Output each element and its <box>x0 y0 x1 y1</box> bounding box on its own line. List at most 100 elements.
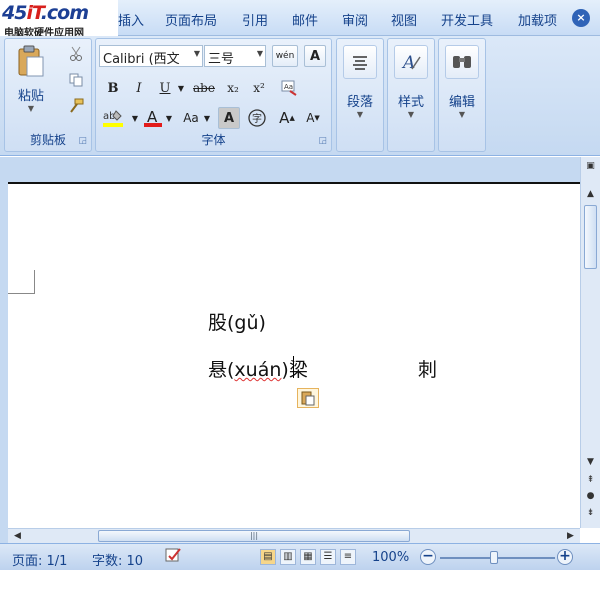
styles-button[interactable]: A 样式 ▼ <box>393 45 429 119</box>
zoom-out-icon[interactable]: − <box>420 549 436 565</box>
scroll-down-icon[interactable]: ▼ <box>583 455 598 469</box>
phonetic-guide-icon[interactable]: wén <box>272 45 298 67</box>
bold-button[interactable]: B <box>102 77 124 99</box>
tab-insert[interactable]: 插入 <box>118 10 144 29</box>
page-count-status[interactable]: 页面: 1/1 <box>12 550 67 569</box>
font-name-value: Calibri (西文 <box>103 52 180 67</box>
tab-page-layout[interactable]: 页面布局 <box>165 10 217 29</box>
italic-button[interactable]: I <box>128 77 150 99</box>
paste-options-icon[interactable] <box>297 388 319 408</box>
zoom-slider-thumb[interactable] <box>490 551 498 564</box>
svg-text:Aa: Aa <box>284 83 293 91</box>
previous-page-icon[interactable]: ⇞ <box>583 473 598 487</box>
print-layout-icon[interactable]: ▤ <box>260 549 276 565</box>
clipboard-launcher-icon[interactable]: ◲ <box>78 136 87 146</box>
margin-corner-mark <box>8 270 35 294</box>
clear-formatting-icon[interactable]: Aa <box>278 77 300 99</box>
scroll-left-icon[interactable]: ◀ <box>10 529 25 543</box>
browse-object-icon[interactable]: ● <box>583 489 598 503</box>
cut-icon[interactable] <box>65 43 87 65</box>
styles-dropdown-icon: ▼ <box>407 110 415 119</box>
svg-text:A: A <box>401 53 415 73</box>
site-logo: 45iT.com 电脑软硬件应用网 <box>0 0 118 39</box>
character-border-icon[interactable]: A <box>304 45 326 67</box>
zoom-in-icon[interactable]: + <box>557 549 573 565</box>
full-screen-reading-icon[interactable]: ▥ <box>280 549 296 565</box>
font-name-combo[interactable]: Calibri (西文 ▼ <box>99 45 203 67</box>
shrink-font-button[interactable]: A ▼ <box>302 107 324 129</box>
clipboard-group: 粘贴 ▼ 剪贴板 ◲ <box>4 38 92 152</box>
editing-label: 编辑 <box>448 95 475 110</box>
status-bar: 页面: 1/1 字数: 10 ▤ ▥ ▦ ☰ ≡ 100% − + <box>0 543 600 570</box>
logo-text: 45iT.com <box>2 2 89 24</box>
paragraph-button[interactable]: 段落 ▼ <box>342 45 378 119</box>
line2-pinyin: xuán <box>234 359 282 381</box>
word-count-status[interactable]: 字数: 10 <box>92 550 143 569</box>
enclose-character-icon[interactable]: 字 <box>246 107 268 129</box>
tab-references[interactable]: 引用 <box>242 10 268 29</box>
scroll-up-icon[interactable]: ▲ <box>583 187 598 201</box>
font-size-dropdown-icon[interactable]: ▼ <box>257 49 263 58</box>
editing-group: 编辑 ▼ <box>438 38 486 152</box>
vertical-scrollbar[interactable]: ▣ ▲ ▼ ⇞ ● ⇟ <box>580 157 600 528</box>
font-group-label: 字体 <box>201 133 226 147</box>
highlight-color-button[interactable]: ab <box>100 107 130 129</box>
tab-developer[interactable]: 开发工具 <box>441 10 493 29</box>
tab-mailings[interactable]: 邮件 <box>292 10 318 29</box>
change-case-dropdown-icon[interactable]: ▼ <box>202 107 212 129</box>
binoculars-icon <box>445 45 479 79</box>
text-cursor <box>293 356 294 378</box>
paste-button[interactable]: 粘贴 ▼ <box>13 45 49 113</box>
tab-add-ins[interactable]: 加载项 <box>518 10 557 29</box>
font-color-button[interactable]: A <box>142 107 164 129</box>
ribbon: 粘贴 ▼ 剪贴板 ◲ Calibri (西文 ▼ 三号 ▼ wén A B I … <box>0 36 600 156</box>
font-launcher-icon[interactable]: ◲ <box>318 136 327 146</box>
proofing-icon[interactable] <box>164 547 184 569</box>
ruler-strip <box>0 157 580 183</box>
editing-button[interactable]: 编辑 ▼ <box>444 45 480 119</box>
underline-dropdown-icon[interactable]: ▼ <box>176 77 186 99</box>
close-ribbon-icon[interactable]: × <box>572 9 590 27</box>
vertical-scroll-thumb[interactable] <box>584 205 597 269</box>
paste-dropdown-icon: ▼ <box>27 104 35 113</box>
strikethrough-button[interactable]: abe <box>190 77 218 99</box>
draft-view-icon[interactable]: ≡ <box>340 549 356 565</box>
next-page-icon[interactable]: ⇟ <box>583 506 598 520</box>
copy-icon[interactable] <box>65 69 87 91</box>
format-painter-icon[interactable] <box>65 95 87 117</box>
web-layout-icon[interactable]: ▦ <box>300 549 316 565</box>
line2-suffix: )梁 <box>281 359 308 381</box>
styles-label: 样式 <box>397 95 424 110</box>
line2-prefix: 悬( <box>208 359 235 381</box>
paragraph-group: 段落 ▼ <box>336 38 384 152</box>
font-color-dropdown-icon[interactable]: ▼ <box>164 107 174 129</box>
horizontal-scroll-thumb[interactable]: ||| <box>98 530 410 542</box>
character-shading-icon[interactable]: A <box>218 107 240 129</box>
ruler-toggle-icon[interactable]: ▣ <box>583 159 598 173</box>
left-margin-strip <box>0 157 8 543</box>
outline-view-icon[interactable]: ☰ <box>320 549 336 565</box>
editing-dropdown-icon: ▼ <box>458 110 466 119</box>
svg-text:字: 字 <box>252 112 262 125</box>
document-line-2-far: 刺 <box>418 359 438 381</box>
tab-review[interactable]: 审阅 <box>342 10 368 29</box>
font-name-dropdown-icon[interactable]: ▼ <box>194 49 200 58</box>
subscript-button[interactable]: x₂ <box>222 77 244 99</box>
underline-button[interactable]: U <box>154 77 176 99</box>
paragraph-label: 段落 <box>346 95 373 110</box>
paste-label: 粘贴 <box>17 89 44 104</box>
font-size-combo[interactable]: 三号 ▼ <box>204 45 266 67</box>
change-case-button[interactable]: Aa <box>178 107 204 129</box>
zoom-level[interactable]: 100% <box>372 550 409 565</box>
horizontal-scrollbar[interactable]: ◀ ||| ▶ <box>8 528 580 543</box>
font-size-value: 三号 <box>208 52 235 67</box>
grow-font-button[interactable]: A ▲ <box>276 107 298 129</box>
align-text-icon <box>343 45 377 79</box>
tab-view[interactable]: 视图 <box>391 10 417 29</box>
superscript-button[interactable]: x² <box>248 77 270 99</box>
scroll-right-icon[interactable]: ▶ <box>563 529 578 543</box>
highlight-dropdown-icon[interactable]: ▼ <box>130 107 140 129</box>
bottom-margin <box>0 570 600 599</box>
styles-icon: A <box>394 45 428 79</box>
grow-font-label: A <box>279 109 290 127</box>
